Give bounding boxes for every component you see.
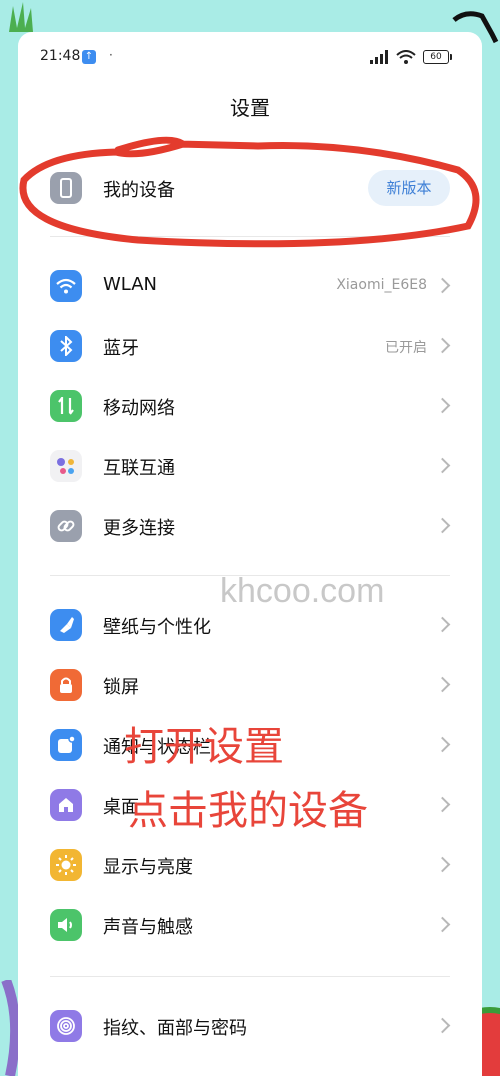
lock-screen-label: 锁屏 <box>103 677 139 698</box>
chevron-right-icon <box>434 457 451 474</box>
sound-label: 声音与触感 <box>103 917 193 938</box>
annotation-step-1: 打开设置 <box>124 724 284 770</box>
bluetooth-label: 蓝牙 <box>103 338 139 359</box>
settings-item-interconnect[interactable]: 互联互通 <box>18 438 482 494</box>
fingerprint-icon <box>50 1010 82 1042</box>
settings-item-lock-screen[interactable]: 锁屏 <box>18 657 482 713</box>
brush-icon <box>50 609 82 641</box>
fingerprint-label: 指纹、面部与密码 <box>103 1018 247 1039</box>
chevron-right-icon <box>434 397 451 414</box>
wallpaper-label: 壁纸与个性化 <box>103 617 211 638</box>
upload-notification-icon: ↑ <box>82 50 96 64</box>
bluetooth-icon <box>50 330 82 362</box>
divider <box>50 976 450 977</box>
status-time: 21:48 <box>40 48 81 64</box>
interconnect-icon <box>50 450 82 482</box>
settings-item-mobile-network[interactable]: 移动网络 <box>18 378 482 434</box>
chevron-right-icon <box>434 337 451 354</box>
chevron-right-icon <box>434 916 451 933</box>
chevron-right-icon <box>434 517 451 534</box>
notification-dot-icon: · <box>109 48 113 62</box>
page-title: 设置 <box>230 96 270 120</box>
wlan-label: WLAN <box>103 274 158 295</box>
grass-decoration <box>9 2 33 32</box>
watermark: khcoo.com <box>220 572 385 610</box>
home-icon <box>50 789 82 821</box>
settings-item-bluetooth[interactable]: 蓝牙 已开启 <box>18 318 482 374</box>
brightness-icon <box>50 849 82 881</box>
settings-item-display[interactable]: 显示与亮度 <box>18 837 482 893</box>
speaker-icon <box>50 909 82 941</box>
settings-item-wlan[interactable]: WLAN Xiaomi_E6E8 <box>18 258 482 314</box>
display-label: 显示与亮度 <box>103 857 193 878</box>
chevron-right-icon <box>434 736 451 753</box>
link-icon <box>50 510 82 542</box>
status-bar: 21:48 ↑ · 60 <box>18 32 482 82</box>
battery-icon: 60 <box>423 50 452 64</box>
bluetooth-value: 已开启 <box>385 340 427 356</box>
more-connections-label: 更多连接 <box>103 518 175 539</box>
phone-screen: 21:48 ↑ · 60 设置 我的设备 新版本 WLAN Xiaomi_E6E… <box>18 32 482 1076</box>
settings-item-fingerprint[interactable]: 指纹、面部与密码 <box>18 998 482 1054</box>
settings-item-sound[interactable]: 声音与触感 <box>18 897 482 953</box>
annotation-step-2: 点击我的设备 <box>128 788 368 834</box>
mobile-network-icon <box>50 390 82 422</box>
wlan-value: Xiaomi_E6E8 <box>336 277 427 293</box>
chevron-right-icon <box>434 856 451 873</box>
chevron-right-icon <box>434 616 451 633</box>
chevron-right-icon <box>434 1017 451 1034</box>
annotation-circle <box>19 136 480 248</box>
mobile-network-label: 移动网络 <box>103 398 175 419</box>
lock-icon <box>50 669 82 701</box>
chevron-right-icon <box>434 676 451 693</box>
settings-item-more-connections[interactable]: 更多连接 <box>18 498 482 554</box>
wifi-icon <box>50 270 82 302</box>
chevron-right-icon <box>434 796 451 813</box>
notification-icon <box>50 729 82 761</box>
interconnect-label: 互联互通 <box>103 458 175 479</box>
wifi-status-icon <box>396 50 416 64</box>
chevron-right-icon <box>434 277 451 294</box>
signal-icon <box>370 50 388 64</box>
